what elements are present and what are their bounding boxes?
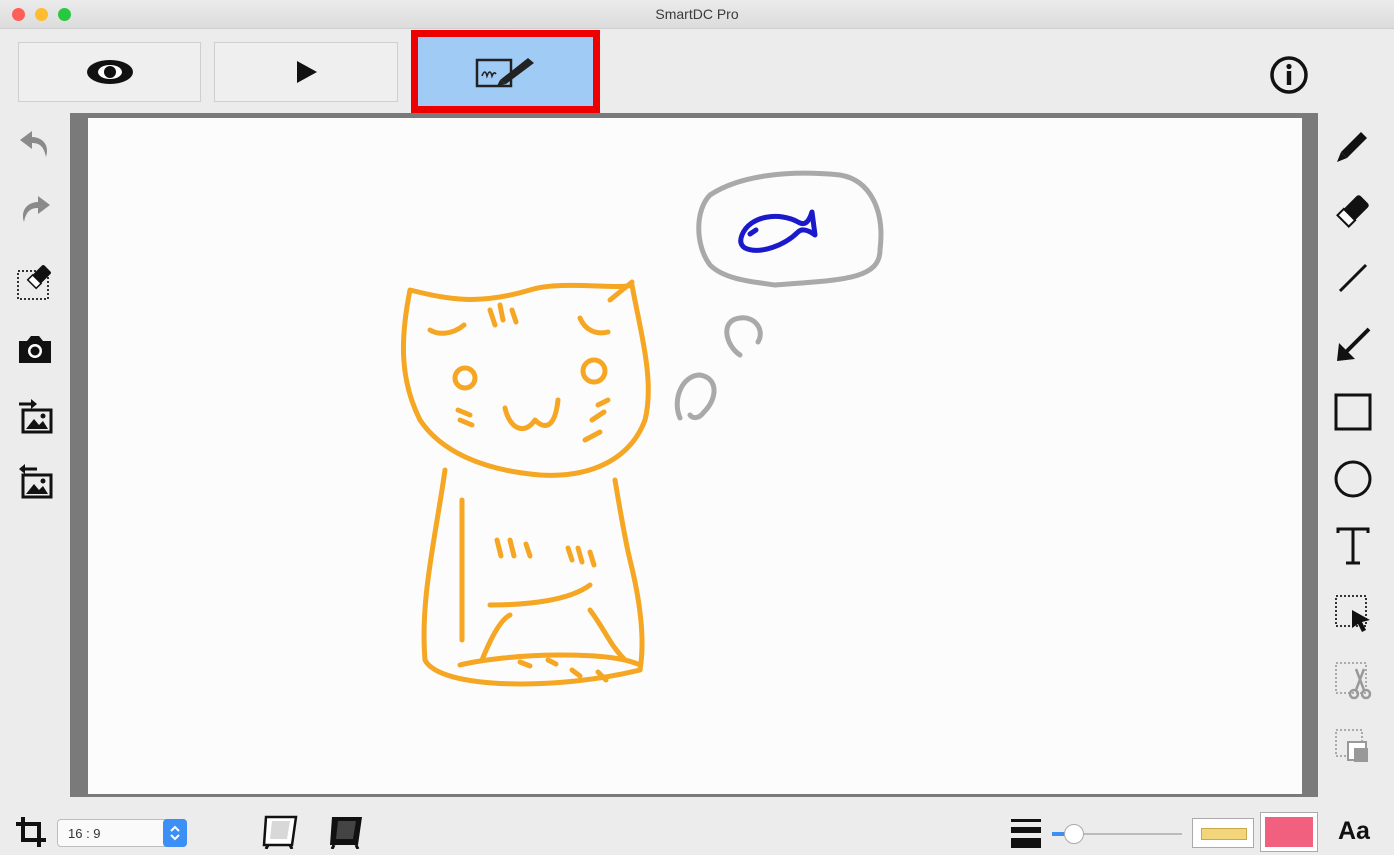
rectangle-button[interactable] xyxy=(1330,389,1376,435)
pencil-button[interactable] xyxy=(1330,121,1376,167)
arrow-icon xyxy=(1337,327,1371,361)
circle-icon xyxy=(1334,460,1372,498)
clear-selection-icon xyxy=(17,265,51,300)
info-button[interactable] xyxy=(1266,52,1312,98)
play-button[interactable] xyxy=(214,42,398,102)
line-button[interactable] xyxy=(1330,255,1376,301)
line-width-icon xyxy=(1011,819,1041,848)
slider-thumb[interactable] xyxy=(1064,824,1084,844)
title-bar: SmartDC Pro xyxy=(0,0,1394,29)
export-image-icon xyxy=(19,464,53,499)
crop-button[interactable] xyxy=(12,813,50,851)
eraser-icon xyxy=(1336,195,1369,228)
cat-drawing xyxy=(400,170,884,687)
text-icon xyxy=(1336,527,1370,565)
fill-color-well[interactable] xyxy=(1192,818,1254,848)
line-width-button[interactable] xyxy=(1008,815,1044,851)
undo-icon xyxy=(20,131,48,157)
selected-mode-highlight xyxy=(411,30,600,113)
circle-button[interactable] xyxy=(1330,456,1376,502)
redo-icon xyxy=(22,196,50,222)
line-width-slider[interactable] xyxy=(1052,822,1182,846)
blackboard-button[interactable] xyxy=(324,813,368,851)
redo-button[interactable] xyxy=(12,186,58,232)
play-icon xyxy=(297,61,317,83)
fill-color-swatch xyxy=(1201,828,1247,840)
camera-button[interactable] xyxy=(12,326,58,372)
drawing-canvas[interactable] xyxy=(88,118,1302,794)
aspect-ratio-select[interactable]: 16 : 9 xyxy=(57,819,187,847)
aspect-ratio-value: 16 : 9 xyxy=(68,826,101,841)
clear-selection-button[interactable] xyxy=(12,258,58,304)
arrow-button[interactable] xyxy=(1330,322,1376,368)
stroke-color-well[interactable] xyxy=(1260,812,1318,852)
copy-icon xyxy=(1335,729,1368,762)
rectangle-icon xyxy=(1334,393,1372,431)
eye-icon xyxy=(86,60,133,84)
eraser-button[interactable] xyxy=(1330,188,1376,234)
import-image-icon xyxy=(19,399,53,434)
copy-button[interactable] xyxy=(1330,724,1376,770)
crop-icon xyxy=(16,817,46,847)
stroke-color-swatch xyxy=(1265,817,1313,847)
info-icon xyxy=(1270,56,1308,94)
undo-button[interactable] xyxy=(12,121,58,167)
chevron-updown-icon xyxy=(170,825,180,841)
select-button[interactable] xyxy=(1330,590,1376,636)
preview-button[interactable] xyxy=(18,42,201,102)
cut-button[interactable] xyxy=(1330,657,1376,703)
blackboard-icon xyxy=(330,817,362,849)
app-window: SmartDC Pro 16: 9 Aa xyxy=(0,0,1394,855)
export-image-button[interactable] xyxy=(12,458,58,504)
font-button[interactable]: Aa xyxy=(1338,817,1370,846)
transparent-board-icon xyxy=(262,815,298,849)
select-icon xyxy=(1335,595,1370,632)
cut-icon xyxy=(1335,662,1372,700)
text-button[interactable] xyxy=(1330,523,1376,569)
camera-icon xyxy=(19,336,51,363)
line-icon xyxy=(1338,263,1368,293)
pencil-icon xyxy=(1337,132,1367,162)
aspect-ratio-stepper[interactable] xyxy=(163,819,187,847)
window-title: SmartDC Pro xyxy=(655,6,739,22)
transparent-board-button[interactable] xyxy=(258,813,302,851)
import-image-button[interactable] xyxy=(12,393,58,439)
